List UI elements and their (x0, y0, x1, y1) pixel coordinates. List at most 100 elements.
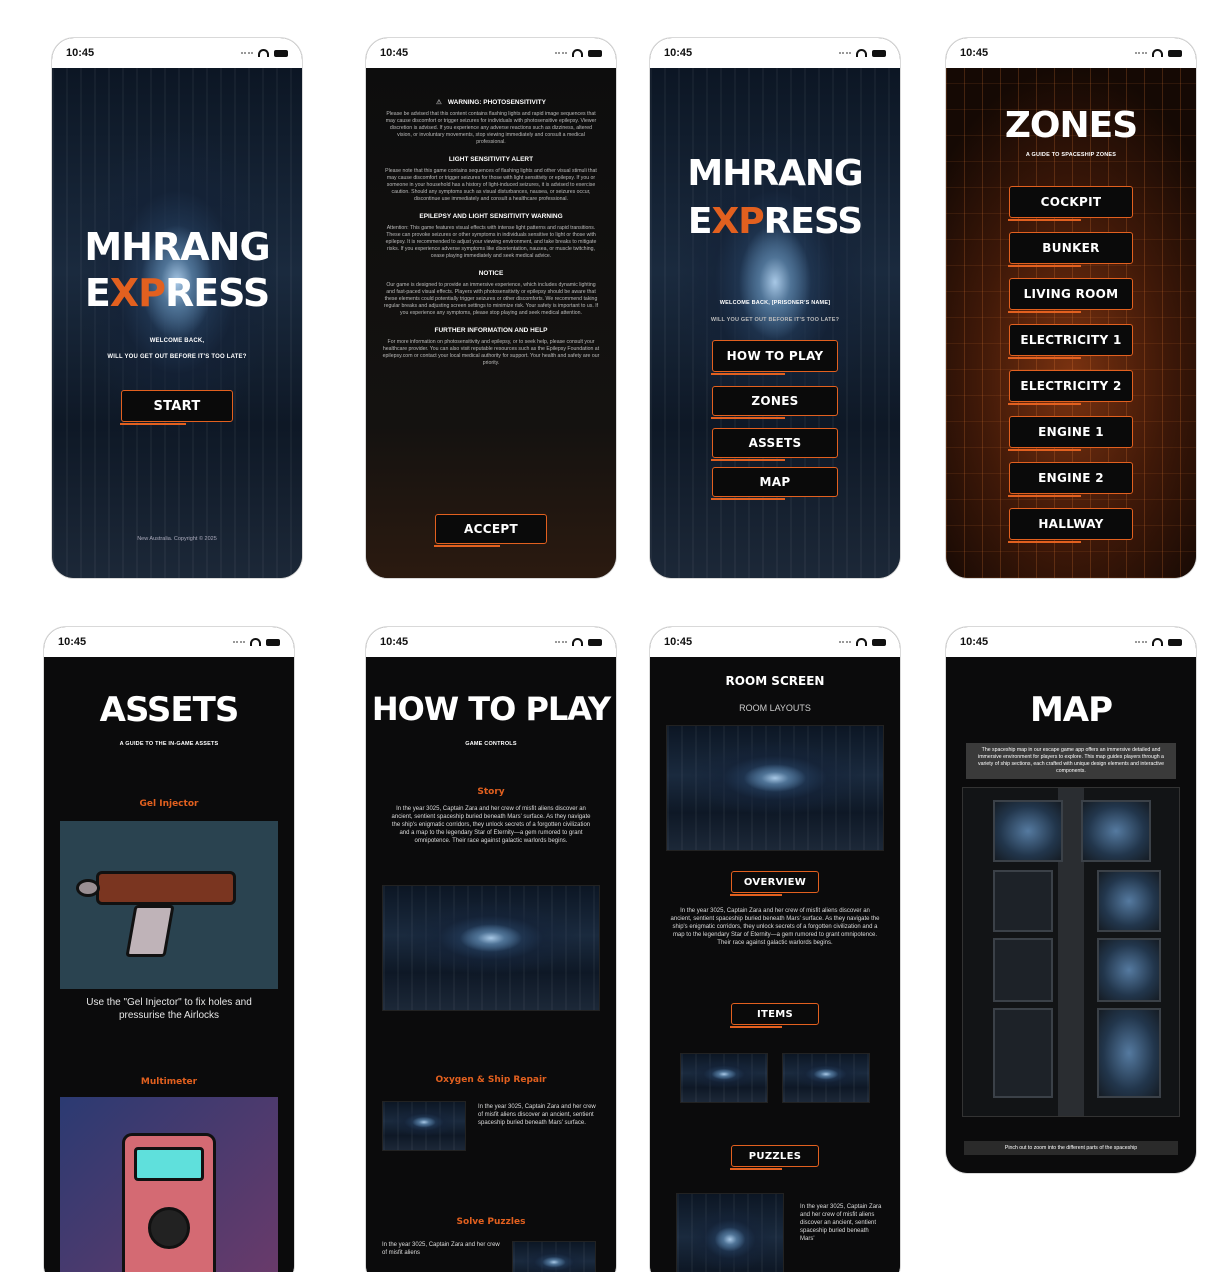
status-bar: 10:45 (366, 627, 616, 657)
map-room[interactable] (993, 938, 1053, 1002)
accept-button[interactable]: ACCEPT (434, 514, 547, 547)
zone-electricity-2-button[interactable]: ELECTRICITY 2 (1008, 370, 1133, 405)
map-room[interactable] (993, 870, 1053, 932)
question-text: WILL YOU GET OUT BEFORE IT'S TOO LATE? (107, 354, 247, 360)
battery-icon (1168, 638, 1182, 646)
zone-hallway-button[interactable]: HALLWAY (1008, 508, 1133, 543)
wifi-icon (250, 638, 261, 646)
wifi-icon (1152, 638, 1163, 646)
room-image (666, 725, 884, 851)
map-button[interactable]: MAP (711, 467, 838, 500)
zone-cockpit-button[interactable]: COCKPIT (1008, 186, 1133, 221)
puzzles-paragraph: In the year 3025, Captain Zara and her c… (382, 1242, 500, 1257)
puzzle-image (676, 1193, 784, 1272)
warning-triangle-icon: ⚠ (436, 99, 442, 106)
assets-content: ASSETS A GUIDE TO THE IN-GAME ASSETS Gel… (44, 657, 294, 1272)
title-e: E (687, 201, 713, 242)
zone-engine-2-button[interactable]: ENGINE 2 (1008, 462, 1133, 497)
game-title: MHRANG EXPRESS (650, 156, 900, 240)
zone-electricity-1-button[interactable]: ELECTRICITY 1 (1008, 324, 1133, 359)
circuit-background: ZONES A GUIDE TO SPACESHIP ZONES COCKPIT… (946, 68, 1196, 578)
howto-title: HOW TO PLAY (371, 690, 611, 728)
assets-subtitle: A GUIDE TO THE IN-GAME ASSETS (119, 741, 219, 747)
title-xp: XP (109, 271, 166, 315)
map-description: The spaceship map in our escape game app… (966, 743, 1176, 780)
battery-icon (266, 638, 280, 646)
map-room[interactable] (1097, 1008, 1161, 1098)
zone-engine-1-button[interactable]: ENGINE 1 (1008, 416, 1133, 451)
status-bar: 10:45 (52, 38, 302, 68)
start-button[interactable]: START (120, 390, 233, 425)
alert-paragraph: Please note that this game contains sequ… (385, 168, 597, 203)
gel-injector-image (60, 821, 278, 989)
wifi-icon (856, 638, 867, 646)
puzzles-button[interactable]: PUZZLES (730, 1145, 819, 1170)
status-time: 10:45 (380, 47, 409, 59)
corridor-background: MHRANG EXPRESS WELCOME BACK, [PRISONER'S… (650, 68, 900, 578)
title-e: E (84, 271, 111, 315)
phone-map-screen: 10:45 MAP The spaceship map in our escap… (946, 627, 1196, 1173)
signal-icon (241, 51, 253, 55)
status-bar: 10:45 (946, 627, 1196, 657)
overview-paragraph: In the year 3025, Captain Zara and her c… (670, 908, 880, 947)
assets-button[interactable]: ASSETS (711, 428, 838, 461)
wifi-icon (258, 49, 269, 57)
status-time: 10:45 (380, 636, 409, 648)
oxygen-paragraph: In the year 3025, Captain Zara and her c… (478, 1104, 596, 1127)
notice-heading: NOTICE (478, 270, 504, 278)
gel-injector-body (96, 871, 236, 905)
status-bar: 10:45 (650, 38, 900, 68)
oxygen-image (382, 1101, 466, 1151)
signal-icon (1135, 640, 1147, 644)
epilepsy-paragraph: Attention: This game features visual eff… (385, 225, 597, 260)
zone-living-room-button[interactable]: LIVING ROOM (1008, 278, 1133, 313)
room-content: ROOM SCREEN ROOM LAYOUTS OVERVIEW In the… (650, 657, 900, 1272)
warning-content: ⚠ WARNING: PHOTOSENSITIVITY Please be adv… (366, 68, 616, 578)
overview-button[interactable]: OVERVIEW (730, 871, 819, 896)
status-bar: 10:45 (366, 38, 616, 68)
status-bar: 10:45 (44, 627, 294, 657)
corridor-background: MHRANG EXPRESS WELCOME BACK, WILL YOU GE… (52, 68, 302, 578)
warning-paragraph-1: Please be advised that this content cont… (385, 111, 597, 146)
map-room[interactable] (1097, 870, 1161, 932)
zone-bunker-button[interactable]: BUNKER (1008, 232, 1133, 267)
ship-map[interactable] (962, 787, 1180, 1117)
items-button[interactable]: ITEMS (730, 1003, 819, 1028)
puzzles-paragraph: In the year 3025, Captain Zara and her c… (800, 1204, 882, 1243)
title-line-1: MHRANG (687, 153, 863, 194)
gel-injector-grip (125, 905, 175, 957)
title-rest: RESS (763, 201, 864, 242)
gel-injector-nozzle (76, 879, 100, 897)
zones-button[interactable]: ZONES (711, 386, 838, 419)
multimeter-display (134, 1147, 204, 1181)
signal-icon (233, 640, 245, 644)
map-room[interactable] (1081, 800, 1151, 862)
oxygen-heading: Oxygen & Ship Repair (435, 1075, 547, 1085)
phone-room-screen: 10:45 ROOM SCREEN ROOM LAYOUTS OVERVIEW … (650, 627, 900, 1272)
howto-subtitle: GAME CONTROLS (465, 741, 517, 747)
status-time: 10:45 (664, 636, 693, 648)
map-room[interactable] (993, 800, 1063, 862)
zones-subtitle: A GUIDE TO SPACESHIP ZONES (1025, 152, 1117, 158)
how-to-play-button[interactable]: HOW TO PLAY (711, 340, 838, 375)
title-rest: RESS (164, 271, 270, 315)
assets-title: ASSETS (99, 690, 240, 730)
battery-icon (872, 49, 886, 57)
notice-paragraph: Our game is designed to provide an immer… (383, 282, 599, 317)
battery-icon (274, 49, 288, 57)
status-time: 10:45 (58, 636, 87, 648)
battery-icon (588, 638, 602, 646)
map-room[interactable] (993, 1008, 1053, 1098)
gel-injector-description: Use the "Gel Injector" to fix holes and … (86, 997, 252, 1021)
room-title: ROOM SCREEN (725, 674, 825, 688)
map-room[interactable] (1097, 938, 1161, 1002)
map-hint: Pinch out to zoom into the different par… (964, 1141, 1178, 1155)
help-heading: FURTHER INFORMATION AND HELP (434, 327, 548, 335)
story-image (382, 885, 600, 1011)
help-paragraph: For more information on photosensitivity… (382, 339, 600, 367)
puzzles-heading: Solve Puzzles (456, 1217, 526, 1227)
warning-heading: ⚠ WARNING: PHOTOSENSITIVITY (366, 98, 616, 106)
phone-start-screen: 10:45 MHRANG EXPRESS WELCOME BACK, WILL … (52, 38, 302, 578)
status-time: 10:45 (66, 47, 95, 59)
wifi-icon (856, 49, 867, 57)
